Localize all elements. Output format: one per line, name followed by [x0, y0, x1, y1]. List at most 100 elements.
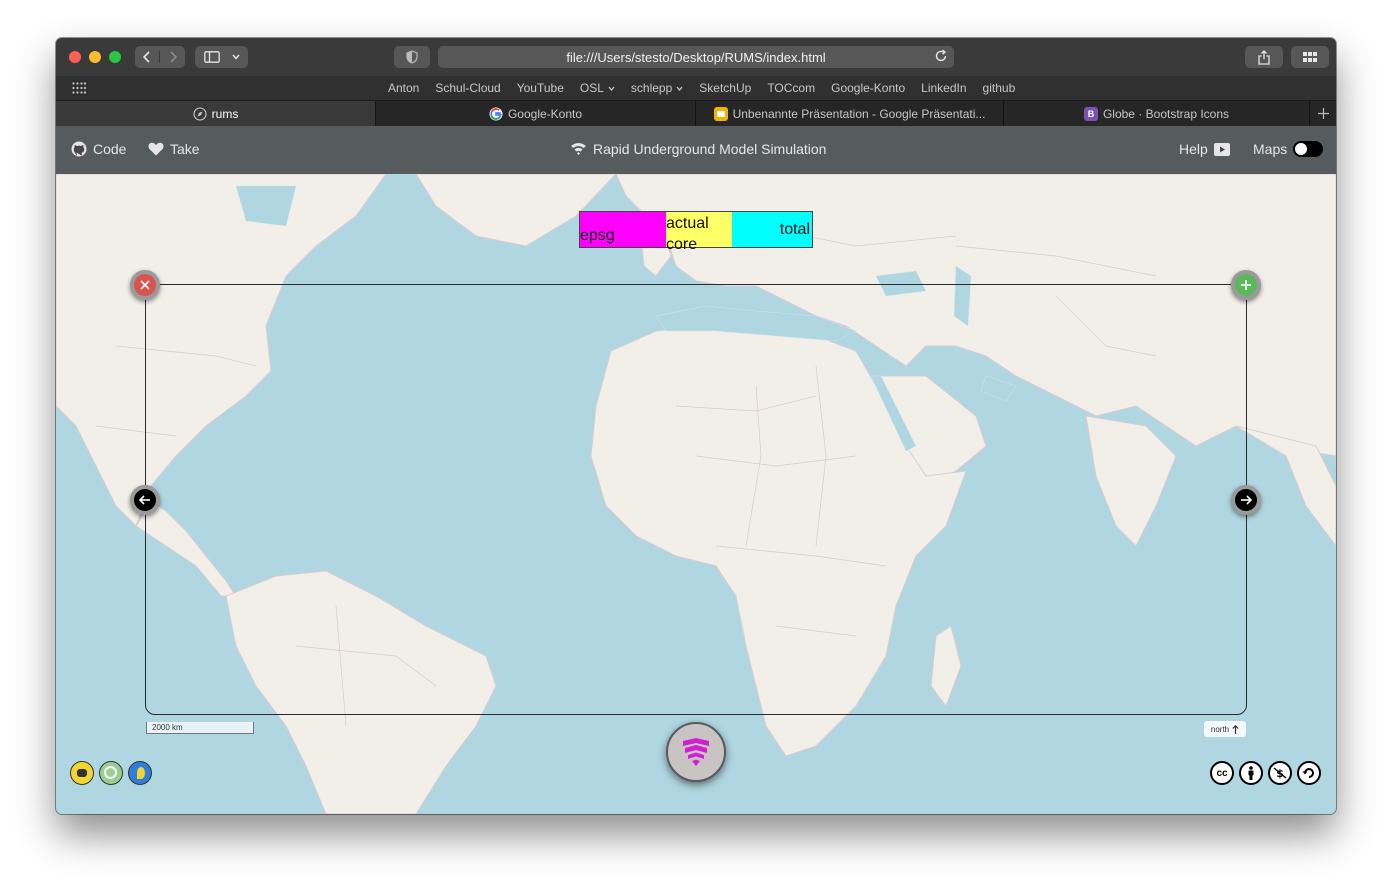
- bookmark-list: Anton Schul-Cloud YouTube OSL schlepp Sk…: [388, 81, 1015, 95]
- bootstrap-icon: B: [1083, 106, 1098, 121]
- no-dollar-icon: $: [1273, 767, 1287, 780]
- take-link[interactable]: Take: [148, 141, 200, 157]
- maps-toggle-group: Maps: [1253, 141, 1324, 157]
- remove-button[interactable]: [130, 270, 160, 300]
- close-window-button[interactable]: [69, 51, 81, 63]
- bookmark-item[interactable]: Schul-Cloud: [435, 81, 500, 95]
- license-badges: cc $: [1210, 761, 1321, 785]
- privacy-report-button[interactable]: [394, 46, 430, 68]
- url-text: file:///Users/stesto/Desktop/RUMS/index.…: [566, 49, 826, 65]
- bookmark-label: schlepp: [630, 81, 673, 95]
- bookmark-item[interactable]: YouTube: [517, 81, 564, 95]
- chevron-right-icon: [169, 51, 177, 63]
- partner-logos: [70, 761, 152, 785]
- compass-icon: [193, 106, 207, 121]
- take-label: Take: [170, 141, 200, 157]
- rums-logo-button[interactable]: [666, 722, 726, 782]
- reload-icon[interactable]: [934, 49, 948, 63]
- code-link[interactable]: Code: [71, 141, 126, 157]
- tab-rums[interactable]: rums: [56, 101, 376, 126]
- tab-label: Unbenannte Präsentation - Google Präsent…: [732, 106, 986, 121]
- share-button[interactable]: [1245, 46, 1283, 68]
- tab-label: Google-Konto: [507, 106, 583, 121]
- bookmark-label: OSL: [579, 81, 604, 95]
- nc-icon[interactable]: $: [1268, 761, 1292, 785]
- help-link[interactable]: Help: [1179, 141, 1230, 157]
- north-indicator: north: [1204, 721, 1246, 737]
- tab-bootstrap-icons[interactable]: B Globe · Bootstrap Icons: [1004, 101, 1310, 126]
- app-title-text: Rapid Underground Model Simulation: [593, 141, 827, 157]
- browser-toolbar: file:///Users/stesto/Desktop/RUMS/index.…: [56, 38, 1336, 76]
- wifi-stack-icon: [571, 143, 586, 155]
- share-icon: [1258, 49, 1270, 65]
- back-forward-buttons: [135, 46, 185, 68]
- back-button[interactable]: [135, 51, 160, 63]
- person-icon: [1248, 766, 1254, 780]
- arrow-right-icon: [1235, 489, 1257, 511]
- by-icon[interactable]: [1239, 761, 1263, 785]
- previous-button[interactable]: [130, 485, 160, 515]
- bookmarks-bar: Anton Schul-Cloud YouTube OSL schlepp Sk…: [56, 76, 1336, 100]
- tab-google-slides[interactable]: Unbenannte Präsentation - Google Präsent…: [696, 101, 1004, 126]
- leaf-logo-icon[interactable]: [128, 761, 152, 785]
- sidebar-icon: [203, 51, 220, 63]
- maps-toggle[interactable]: [1293, 141, 1324, 157]
- bookmark-item[interactable]: SketchUp: [699, 81, 751, 95]
- bookmark-folder[interactable]: schlepp: [631, 81, 683, 95]
- bookmark-item[interactable]: LinkedIn: [921, 81, 966, 95]
- bookmark-item[interactable]: Google-Konto: [831, 81, 905, 95]
- chevron-down-icon: [231, 54, 240, 60]
- tab-label: rums: [211, 106, 239, 121]
- emoji-logo-icon[interactable]: [70, 761, 94, 785]
- page-content: Code Take Rapid Underground Model Simula…: [56, 126, 1336, 814]
- grid-icon: [1303, 52, 1317, 62]
- scale-bar: 2000 km: [146, 722, 254, 734]
- help-label: Help: [1179, 141, 1208, 157]
- legend-box: epsg actual core total: [579, 211, 813, 253]
- chevron-down-icon: [608, 86, 615, 91]
- sa-icon[interactable]: [1297, 761, 1321, 785]
- plus-circle-icon: [1235, 274, 1257, 296]
- close-circle-icon: [134, 274, 156, 296]
- chevron-down-icon: [676, 86, 683, 91]
- bookmark-item[interactable]: Anton: [388, 81, 419, 95]
- add-button[interactable]: [1231, 270, 1261, 300]
- slides-icon: [713, 106, 728, 121]
- maps-label: Maps: [1253, 141, 1288, 157]
- maximize-window-button[interactable]: [109, 51, 121, 63]
- north-label: north: [1210, 724, 1230, 734]
- cc-icon[interactable]: cc: [1210, 761, 1234, 785]
- plus-icon: [1317, 108, 1329, 119]
- bookmark-item[interactable]: github: [983, 81, 1016, 95]
- sidebar-button[interactable]: [195, 46, 248, 68]
- address-bar[interactable]: file:///Users/stesto/Desktop/RUMS/index.…: [438, 46, 954, 68]
- bookmark-folder[interactable]: OSL: [580, 81, 615, 95]
- chevron-left-icon: [143, 51, 150, 63]
- share-alike-icon: [1302, 768, 1314, 778]
- play-icon: [1213, 142, 1230, 156]
- selection-frame[interactable]: [145, 284, 1247, 715]
- globe-logo-icon[interactable]: [99, 761, 123, 785]
- browser-window: file:///Users/stesto/Desktop/RUMS/index.…: [56, 38, 1336, 814]
- github-icon: [71, 141, 87, 157]
- tab-bar: rums Google-Konto Unbenannte Präsentatio…: [56, 100, 1336, 126]
- next-button[interactable]: [1231, 485, 1261, 515]
- minimize-window-button[interactable]: [89, 51, 101, 63]
- shield-icon: [406, 50, 418, 64]
- arrow-left-icon: [134, 489, 156, 511]
- forward-button[interactable]: [160, 51, 185, 63]
- tab-google-konto[interactable]: Google-Konto: [376, 101, 696, 126]
- rums-logo-icon: [683, 738, 709, 766]
- legend-epsg: epsg: [580, 212, 666, 247]
- google-icon: [489, 107, 503, 120]
- app-title: Rapid Underground Model Simulation: [570, 141, 826, 157]
- legend-total: total: [732, 212, 812, 247]
- apps-grid-icon[interactable]: [72, 82, 86, 94]
- tab-label: Globe · Bootstrap Icons: [1102, 106, 1230, 121]
- app-navbar: Code Take Rapid Underground Model Simula…: [56, 126, 1336, 174]
- heart-icon: [148, 142, 164, 156]
- tab-overview-button[interactable]: [1291, 46, 1329, 68]
- new-tab-button[interactable]: [1310, 101, 1336, 126]
- bookmark-item[interactable]: TOCcom: [767, 81, 815, 95]
- arrow-up-icon: [1232, 724, 1239, 734]
